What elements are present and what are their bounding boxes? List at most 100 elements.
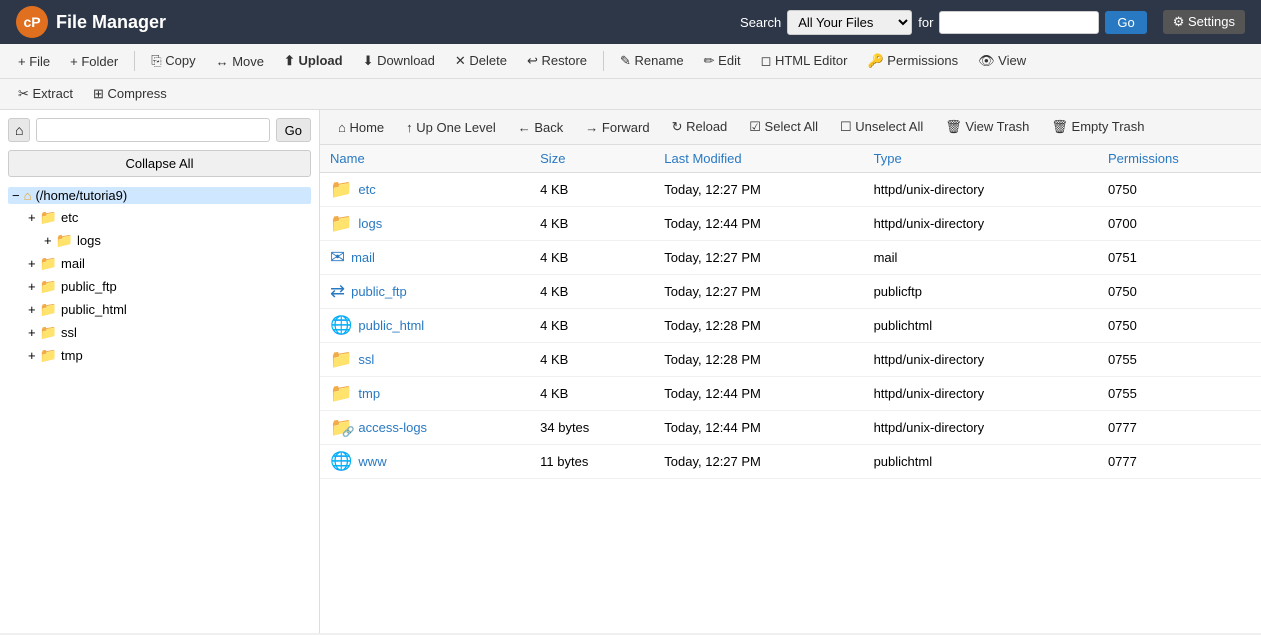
- sep1: [134, 51, 135, 71]
- empty-trash-button[interactable]: 🗑 Empty Trash: [1043, 116, 1152, 138]
- table-row[interactable]: ⇄ public_ftp 4 KB Today, 12:27 PM public…: [320, 275, 1261, 309]
- cell-size: 4 KB: [530, 241, 654, 275]
- main-area: ⌂ Go Collapse All − ⌂ (/home/tutoria9) +…: [0, 110, 1261, 633]
- file-name-link[interactable]: www: [358, 454, 386, 469]
- file-name-link[interactable]: mail: [351, 250, 375, 265]
- file-name-link[interactable]: etc: [358, 182, 375, 197]
- file-tree: − ⌂ (/home/tutoria9) + 📁 etc: [8, 185, 311, 367]
- table-row[interactable]: 🌐 public_html 4 KB Today, 12:28 PM publi…: [320, 309, 1261, 343]
- special-folder-icon: 📁🔗: [330, 417, 352, 438]
- tree-item-ssl[interactable]: + 📁 ssl: [24, 321, 311, 344]
- html-editor-button[interactable]: ◻ HTML Editor: [753, 50, 856, 72]
- cell-name: ⇄ public_ftp: [320, 275, 530, 309]
- restore-button[interactable]: ↩ Restore: [519, 50, 595, 72]
- cell-type: httpd/unix-directory: [864, 173, 1098, 207]
- view-trash-button[interactable]: 🗑 View Trash: [937, 116, 1037, 138]
- file-name-link[interactable]: access-logs: [358, 420, 427, 435]
- table-row[interactable]: ✉ mail 4 KB Today, 12:27 PM mail 0751: [320, 241, 1261, 275]
- settings-button[interactable]: ⚙ Settings: [1163, 10, 1245, 34]
- cell-type: httpd/unix-directory: [864, 411, 1098, 445]
- move-button[interactable]: ↔ Move: [208, 51, 272, 72]
- table-row[interactable]: 📁 ssl 4 KB Today, 12:28 PM httpd/unix-di…: [320, 343, 1261, 377]
- file-name-link[interactable]: tmp: [358, 386, 380, 401]
- compress-button[interactable]: ⊞ Compress: [85, 83, 175, 105]
- file-name-link[interactable]: logs: [358, 216, 382, 231]
- forward-button[interactable]: → Forward: [577, 117, 657, 138]
- copy-button[interactable]: ⎘ Copy: [143, 50, 203, 72]
- extract-button[interactable]: ✂ Extract: [10, 83, 81, 105]
- logo-icon: cP: [16, 6, 48, 38]
- toolbar-row1: + File + Folder ⎘ Copy ↔ Move ⬆ Upload ⬇…: [0, 44, 1261, 79]
- tree-root[interactable]: − ⌂ (/home/tutoria9): [8, 185, 311, 206]
- search-go-button[interactable]: Go: [1105, 11, 1146, 34]
- col-modified[interactable]: Last Modified: [654, 145, 863, 173]
- web-special-icon: 🌐: [330, 451, 352, 472]
- tree-item-public-ftp[interactable]: + 📁 public_ftp: [24, 275, 311, 298]
- permissions-button[interactable]: 🔑 Permissions: [859, 50, 966, 72]
- cell-permissions: 0777: [1098, 445, 1261, 479]
- table-row[interactable]: 🌐 www 11 bytes Today, 12:27 PM publichtm…: [320, 445, 1261, 479]
- col-type[interactable]: Type: [864, 145, 1098, 173]
- col-name[interactable]: Name: [320, 145, 530, 173]
- select-all-button[interactable]: ☑ Select All: [741, 116, 826, 138]
- tree-item-etc[interactable]: + 📁 etc: [24, 206, 311, 229]
- reload-button[interactable]: ↻ Reload: [664, 116, 736, 138]
- tree-item-mail[interactable]: + 📁 mail: [24, 252, 311, 275]
- collapse-all-button[interactable]: Collapse All: [8, 150, 311, 177]
- tmp-label: tmp: [61, 348, 83, 363]
- public-html-folder-icon: 📁: [40, 301, 57, 318]
- search-scope-select[interactable]: All Your Files Public HTML Home Director…: [787, 10, 912, 35]
- etc-folder-icon: 📁: [40, 209, 57, 226]
- up-level-button[interactable]: ↑ Up One Level: [398, 117, 504, 138]
- mail-expand: +: [28, 256, 36, 271]
- back-button[interactable]: ← Back: [510, 117, 572, 138]
- sidebar-home-button[interactable]: ⌂: [8, 118, 30, 142]
- cell-type: httpd/unix-directory: [864, 207, 1098, 241]
- tree-item-tmp[interactable]: + 📁 tmp: [24, 344, 311, 367]
- new-folder-button[interactable]: + Folder: [62, 51, 126, 72]
- tree-item-logs[interactable]: + 📁 logs: [40, 229, 311, 252]
- path-input[interactable]: [36, 118, 269, 142]
- home-nav-button[interactable]: ⌂ Home: [330, 117, 392, 138]
- table-header-row: Name Size Last Modified Type Permissions: [320, 145, 1261, 173]
- search-area: Search All Your Files Public HTML Home D…: [740, 10, 1245, 35]
- cell-size: 4 KB: [530, 377, 654, 411]
- file-table-body: 📁 etc 4 KB Today, 12:27 PM httpd/unix-di…: [320, 173, 1261, 479]
- mail-folder-icon: 📁: [40, 255, 57, 272]
- cell-type: publichtml: [864, 445, 1098, 479]
- view-button[interactable]: 👁 View: [970, 50, 1034, 72]
- cell-name: 📁 ssl: [320, 343, 530, 377]
- etc-expand: +: [28, 210, 36, 225]
- cell-name: 🌐 public_html: [320, 309, 530, 343]
- folder-icon: 📁: [330, 179, 352, 200]
- col-size[interactable]: Size: [530, 145, 654, 173]
- file-name-link[interactable]: ssl: [358, 352, 374, 367]
- table-row[interactable]: 📁 logs 4 KB Today, 12:44 PM httpd/unix-d…: [320, 207, 1261, 241]
- cell-size: 4 KB: [530, 309, 654, 343]
- folder-icon: 📁: [330, 383, 352, 404]
- cell-permissions: 0700: [1098, 207, 1261, 241]
- cell-type: httpd/unix-directory: [864, 377, 1098, 411]
- cell-type: publicftp: [864, 275, 1098, 309]
- edit-button[interactable]: ✏ Edit: [696, 50, 749, 72]
- folder-icon: 📁: [330, 349, 352, 370]
- table-row[interactable]: 📁 etc 4 KB Today, 12:27 PM httpd/unix-di…: [320, 173, 1261, 207]
- search-input[interactable]: [939, 11, 1099, 34]
- path-go-button[interactable]: Go: [276, 118, 311, 142]
- new-file-button[interactable]: + File: [10, 51, 58, 72]
- upload-button[interactable]: ⬆ Upload: [276, 50, 351, 72]
- tree-item-public-html[interactable]: + 📁 public_html: [24, 298, 311, 321]
- public-ftp-expand: +: [28, 279, 36, 294]
- table-row[interactable]: 📁🔗 access-logs 34 bytes Today, 12:44 PM …: [320, 411, 1261, 445]
- table-row[interactable]: 📁 tmp 4 KB Today, 12:44 PM httpd/unix-di…: [320, 377, 1261, 411]
- cell-size: 34 bytes: [530, 411, 654, 445]
- folder-icon: 📁: [330, 213, 352, 234]
- rename-button[interactable]: ✎ Rename: [612, 50, 692, 72]
- file-name-link[interactable]: public_html: [358, 318, 424, 333]
- file-table: Name Size Last Modified Type Permissions…: [320, 145, 1261, 479]
- download-button[interactable]: ⬇ Download: [355, 50, 443, 72]
- unselect-all-button[interactable]: ☐ Unselect All: [832, 116, 931, 138]
- file-name-link[interactable]: public_ftp: [351, 284, 407, 299]
- col-permissions[interactable]: Permissions: [1098, 145, 1261, 173]
- delete-button[interactable]: ✕ Delete: [447, 50, 515, 72]
